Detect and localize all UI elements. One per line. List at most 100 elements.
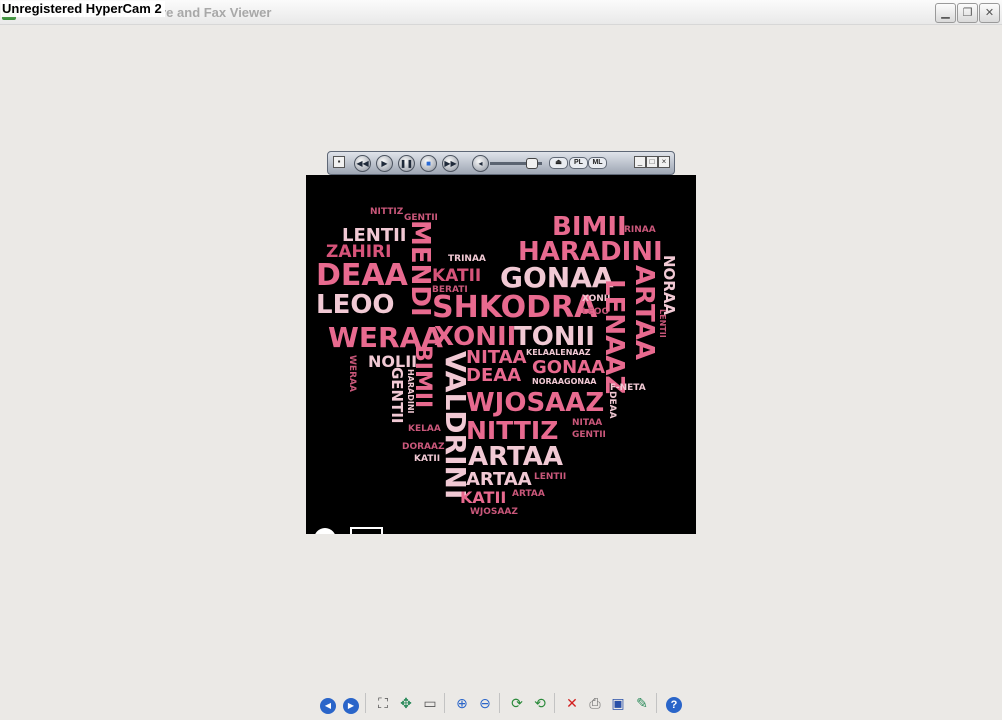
cloud-word: KELAALENAAZ: [526, 348, 591, 357]
recording-watermark: Unregistered HyperCam 2: [1, 1, 165, 17]
cloud-word: WJOSAAZ: [466, 388, 604, 418]
fast-forward-icon: ▶▶: [444, 159, 457, 168]
close-icon: ✕: [984, 7, 995, 19]
help-icon: ?: [666, 697, 682, 713]
delete-icon: ✕: [566, 695, 578, 711]
cloud-word: GENTII: [572, 430, 606, 440]
cloud-word: HARADINI: [406, 369, 415, 414]
player-previous-button[interactable]: ◀◀: [354, 155, 371, 172]
next-image-button[interactable]: ▶: [342, 694, 360, 714]
minimize-icon: _: [637, 157, 643, 166]
toolbar-separator: [365, 693, 366, 713]
cloud-word: ARTAA: [512, 489, 545, 499]
cloud-word: DEAA: [466, 365, 521, 386]
overlay-circle: [315, 528, 335, 534]
cloud-word: ARTAA: [466, 469, 532, 490]
restore-icon: ❐: [962, 7, 973, 19]
cloud-word: MENDI: [405, 220, 435, 317]
previous-image-button[interactable]: ◀: [319, 694, 337, 714]
rotate-clockwise-button[interactable]: ⟳: [508, 694, 526, 712]
player-eject-button[interactable]: ⏏: [549, 157, 568, 169]
cloud-word: SHKODRA: [432, 290, 598, 325]
playlist-label: PL: [574, 159, 583, 166]
cloud-word: GONAA: [532, 357, 605, 378]
media-mini-player: ▪ ◀◀ ▶ ❚❚ ■ ▶▶ ◂ ⏏ PL ML _ □ ×: [327, 151, 675, 175]
cloud-word: LENTII: [534, 472, 566, 482]
best-fit-button[interactable]: ⛶: [374, 694, 392, 712]
player-maximize-button[interactable]: □: [646, 156, 658, 168]
player-menu-button[interactable]: ▪: [333, 156, 345, 168]
image-view[interactable]: NITTIZ GENTII LENTII ZAHIRI DEAA LEOO WE…: [306, 175, 696, 534]
maximize-button[interactable]: ❐: [957, 3, 978, 23]
player-stop-button[interactable]: ■: [420, 155, 437, 172]
cloud-word: WERAA: [347, 355, 357, 392]
maximize-icon: □: [649, 157, 655, 166]
volume-slider-thumb[interactable]: [525, 158, 538, 169]
zoom-out-icon: ⊖: [479, 695, 491, 711]
title-bar: Heart - Windows Picture and Fax Viewer U…: [0, 0, 1002, 25]
cloud-word: NITTIZ: [370, 207, 404, 217]
minimize-icon: ▁: [941, 7, 950, 19]
cloud-word: NORAA: [660, 255, 678, 315]
close-icon: ×: [661, 157, 667, 166]
actual-size-icon: ✥: [400, 695, 412, 711]
toolbar-separator: [554, 693, 555, 713]
best-fit-icon: ⛶: [378, 695, 388, 711]
cloud-word: ARTAA: [629, 265, 659, 360]
cloud-word: DORAAZ: [402, 442, 445, 452]
player-minimize-button[interactable]: _: [634, 156, 646, 168]
play-icon: ▶: [381, 159, 388, 168]
player-pause-button[interactable]: ❚❚: [398, 155, 415, 172]
delete-button[interactable]: ✕: [563, 694, 581, 712]
player-close-button[interactable]: ×: [658, 156, 670, 168]
player-next-button[interactable]: ▶▶: [442, 155, 459, 172]
cloud-word: KATII: [432, 266, 481, 286]
player-playlist-button[interactable]: PL: [569, 157, 588, 169]
rewind-icon: ◀◀: [356, 159, 369, 168]
slideshow-icon: ▭: [423, 695, 437, 711]
library-label: ML: [592, 159, 603, 166]
cloud-word: NORAAGONAA: [532, 377, 597, 386]
rotate-counterclockwise-icon: ⟲: [534, 695, 546, 711]
cloud-word: WJOSAAZ: [470, 507, 518, 517]
heart-word-cloud-image: NITTIZ GENTII LENTII ZAHIRI DEAA LEOO WE…: [315, 207, 678, 534]
cloud-word: LENTII: [658, 309, 667, 338]
save-button[interactable]: ▣: [609, 694, 627, 712]
slideshow-button[interactable]: ▭: [421, 694, 439, 712]
rotate-counterclockwise-button[interactable]: ⟲: [531, 694, 549, 712]
toolbar-separator: [444, 693, 445, 713]
edit-button[interactable]: ✎: [633, 694, 651, 712]
arrow-right-icon: ▶: [343, 698, 359, 714]
cloud-word: RINAA: [624, 225, 656, 235]
edit-icon: ✎: [636, 695, 648, 711]
cloud-word: KELAA: [408, 424, 441, 434]
cloud-word: DEAA: [607, 391, 617, 419]
volume-slider[interactable]: [490, 158, 542, 169]
rotate-clockwise-icon: ⟳: [511, 695, 523, 711]
overlay-box: [350, 527, 383, 534]
minimize-button[interactable]: ▁: [935, 3, 956, 23]
zoom-out-button[interactable]: ⊖: [476, 694, 494, 712]
actual-size-button[interactable]: ✥: [397, 694, 415, 712]
viewer-toolbar: ◀ ▶ ⛶ ✥ ▭ ⊕ ⊖ ⟳ ⟲ ✕ ⎙ ▣ ✎?: [0, 690, 1002, 720]
speaker-icon: ◂: [478, 159, 483, 168]
print-button[interactable]: ⎙: [586, 694, 604, 712]
zoom-in-button[interactable]: ⊕: [453, 694, 471, 712]
player-library-button[interactable]: ML: [588, 157, 607, 169]
cloud-word: GENTII: [388, 367, 406, 424]
cloud-word: KATII: [460, 488, 506, 507]
stop-icon: ■: [426, 159, 431, 168]
player-play-button[interactable]: ▶: [376, 155, 393, 172]
cloud-word: KATII: [414, 454, 440, 464]
toolbar-separator: [656, 693, 657, 713]
help-button[interactable]: ?: [665, 694, 683, 713]
cloud-word: NITAA: [572, 418, 602, 428]
player-mute-button[interactable]: ◂: [472, 155, 489, 172]
cloud-word: DEAA: [316, 258, 409, 293]
cloud-word: ARTAA: [468, 442, 563, 472]
player-menu-icon: ▪: [337, 157, 341, 166]
zoom-in-icon: ⊕: [456, 695, 468, 711]
pause-icon: ❚❚: [399, 159, 414, 168]
save-icon: ▣: [611, 695, 625, 711]
close-button[interactable]: ✕: [979, 3, 1000, 23]
